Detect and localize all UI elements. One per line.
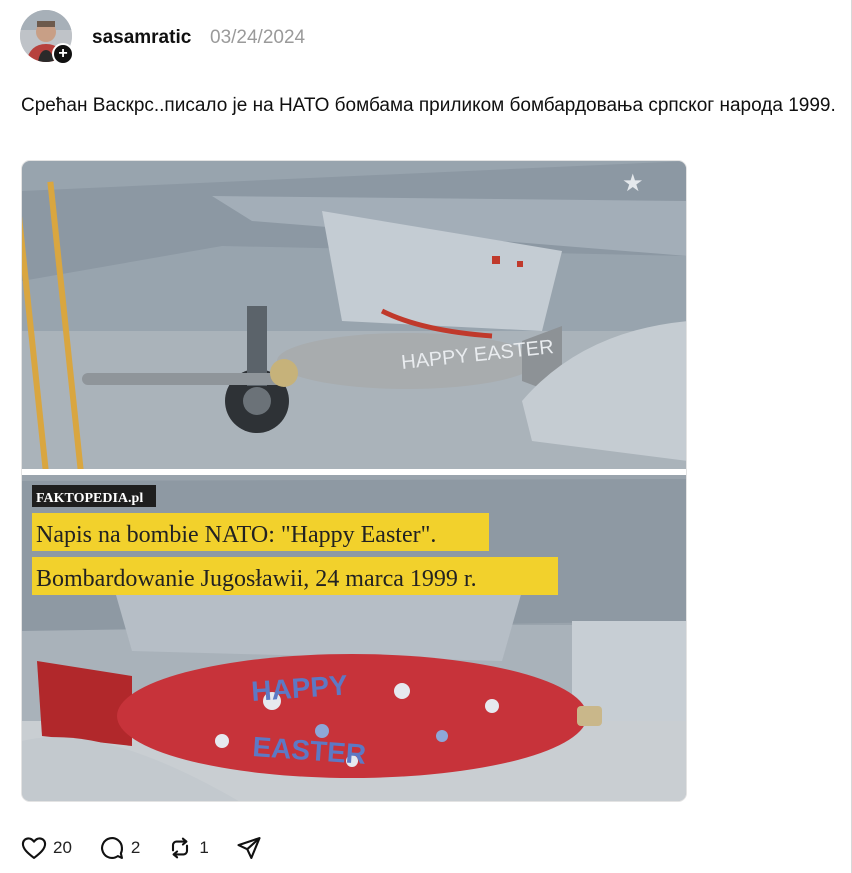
username[interactable]: sasamratic — [92, 27, 191, 49]
bomb-photo-collage: HAPPY EASTER ★ HAPPY EASTER FAKTOPEDIA.p… — [22, 161, 686, 801]
svg-text:★: ★ — [622, 169, 644, 197]
plus-icon: + — [58, 45, 68, 62]
post: + sasamratic 03/24/2024 Срећан Васкрс..п… — [0, 0, 852, 873]
repost-count: 1 — [199, 838, 209, 857]
like-count: 20 — [53, 838, 72, 857]
heart-icon — [21, 837, 47, 859]
repost-button[interactable]: 1 — [166, 834, 209, 862]
send-icon — [237, 837, 261, 859]
caption-line-1: Napis na bombie NATO: "Happy Easter". — [36, 522, 436, 548]
post-date: 03/24/2024 — [210, 27, 306, 48]
post-text: Срећан Васкрс..писало је на НАТО бомбама… — [21, 95, 836, 116]
reply-count: 2 — [130, 838, 141, 857]
share-button[interactable] — [235, 834, 263, 862]
like-button[interactable]: 20 — [20, 834, 72, 862]
post-image[interactable]: HAPPY EASTER ★ HAPPY EASTER FAKTOPEDIA.p… — [21, 160, 687, 802]
top-photo: HAPPY EASTER ★ — [22, 161, 686, 471]
watermark: FAKTOPEDIA.pl — [36, 491, 143, 506]
comment-icon — [100, 837, 123, 859]
repost-icon — [172, 837, 189, 859]
follow-button[interactable]: + — [52, 43, 74, 65]
post-actions: 20 2 1 — [20, 832, 289, 864]
avatar-container[interactable]: + — [20, 10, 74, 65]
caption-line-2: Bombardowanie Jugosławii, 24 marca 1999 … — [36, 566, 477, 592]
reply-button[interactable]: 2 — [98, 834, 140, 862]
